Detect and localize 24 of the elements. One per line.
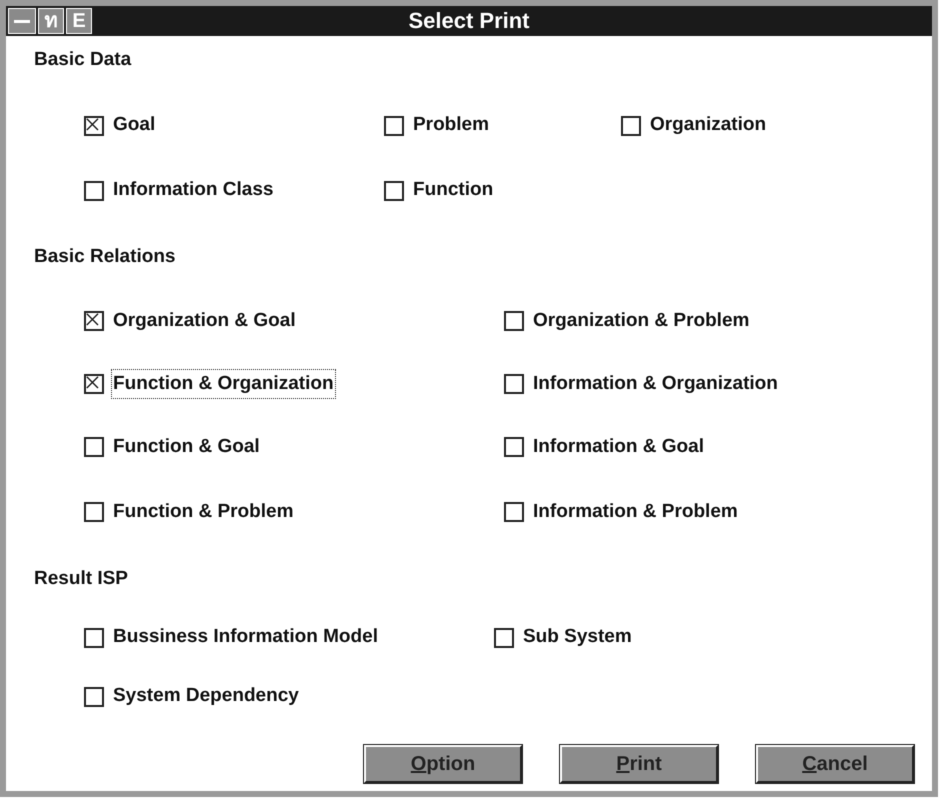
checkbox-option[interactable]: Organization (621, 111, 768, 140)
checkbox-option[interactable]: System Dependency (84, 682, 300, 711)
section-heading: Basic Data (34, 48, 132, 72)
checkbox-option[interactable]: Function (384, 176, 494, 205)
dialog-button[interactable]: Option (364, 745, 522, 783)
checkbox-option[interactable]: Information Class (84, 176, 274, 205)
checkbox-option[interactable]: Goal (84, 111, 156, 140)
checkbox-option[interactable]: Organization & Goal (84, 306, 297, 336)
checkbox-option[interactable]: Function & Problem (84, 498, 294, 526)
window-title: Select Print (408, 7, 530, 35)
dialog-button[interactable]: Cancel (756, 745, 914, 783)
checkbox-option[interactable]: Information & Goal (504, 432, 705, 462)
section-heading: Basic Relations (34, 244, 176, 268)
checkbox-option[interactable]: Function & Goal (84, 432, 261, 462)
checkbox-option[interactable]: Organization & Problem (504, 306, 750, 336)
checkbox-option[interactable]: Bussiness Information Model (84, 623, 379, 652)
checkbox-option[interactable]: Function & Organization (84, 370, 335, 398)
system-menu-button[interactable] (8, 8, 36, 34)
dialog-button[interactable]: Print (560, 745, 718, 783)
checkbox-option[interactable]: Problem (384, 111, 490, 140)
section-heading: Result ISP (34, 567, 129, 591)
checkbox-option[interactable]: Information & Organization (504, 370, 779, 398)
checkbox-option[interactable]: Information & Problem (504, 498, 739, 526)
checkbox-option[interactable]: Sub System (494, 623, 633, 652)
